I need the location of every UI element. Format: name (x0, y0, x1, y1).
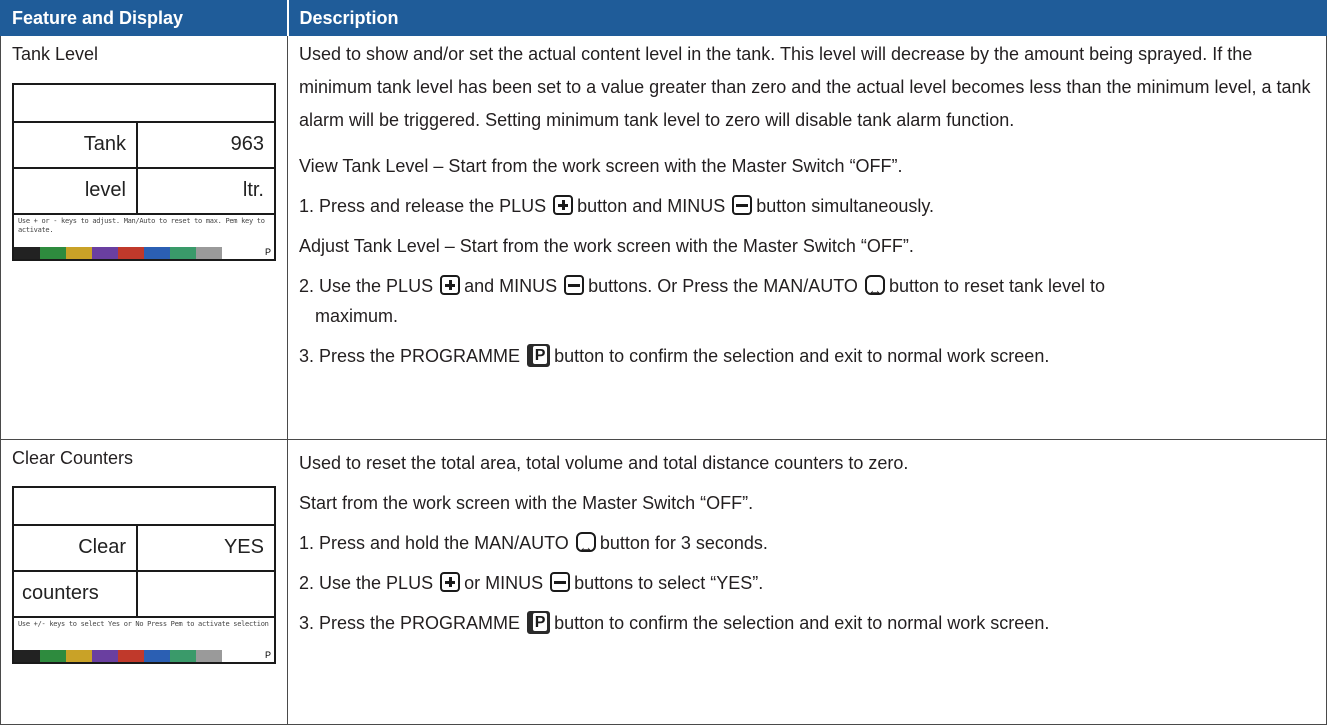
minus-icon (564, 275, 585, 296)
header-description: Description (286, 0, 1327, 36)
display-value (138, 572, 274, 616)
step-3: 3. Press the PROGRAMME button to confirm… (288, 339, 1326, 373)
step-text: 2. Use the PLUS (299, 573, 434, 593)
step-2: 2. Use the PLUS and MINUS buttons. Or Pr… (288, 269, 1326, 308)
display-label: Tank (14, 123, 138, 167)
step-text: button simultaneously. (756, 196, 935, 216)
step-text: buttons to select “YES”. (574, 573, 764, 593)
display-color-bar: P (14, 650, 274, 662)
step-1: 1. Press and hold the MAN/AUTO button fo… (288, 526, 1326, 565)
description-cell: Used to show and/or set the actual conte… (287, 35, 1327, 440)
step-2: 2. Use the PLUS or MINUS buttons to sele… (288, 566, 1326, 600)
display-row: Clear YES (14, 526, 274, 572)
display-help-message: Use + or - keys to adjust. Man/Auto to r… (18, 217, 265, 234)
description-intro: Used to reset the total area, total volu… (299, 453, 909, 473)
display-p-indicator: P (264, 650, 271, 660)
display-label: counters (14, 572, 138, 616)
man-auto-icon (864, 274, 885, 308)
feature-name: Clear Counters (12, 448, 134, 468)
feature-name: Tank Level (12, 44, 99, 64)
display-color-bar: P (14, 247, 274, 259)
step-text: button to confirm the selection and exit… (554, 346, 1050, 366)
display-value: YES (223, 536, 264, 558)
minus-icon (732, 195, 753, 216)
step-text: button to reset tank level to (888, 276, 1106, 296)
display-label: Clear (14, 526, 138, 570)
step-3: 3. Press the PROGRAMME button to confirm… (288, 606, 1326, 640)
minus-icon (550, 572, 571, 593)
step-text: 1. Press and hold the MAN/AUTO (299, 533, 569, 553)
step-text: or MINUS (464, 573, 544, 593)
step-text: button for 3 seconds. (599, 533, 768, 553)
description-cell: Used to reset the total area, total volu… (287, 439, 1327, 725)
man-auto-icon (575, 531, 596, 565)
table-row: Clear Counters Clear YES counters Use +/… (0, 439, 1327, 725)
step-text: 3. Press the PROGRAMME (299, 613, 521, 633)
feature-cell: Tank Level Tank 963 level ltr. Use + or … (0, 35, 288, 440)
display-help-message: Use +/- keys to select Yes or No Press P… (18, 620, 269, 628)
clear-counters-display: Clear YES counters Use +/- keys to selec… (12, 486, 276, 664)
step-1: 1. Press and release the PLUS button and… (288, 189, 1326, 223)
display-row: counters (14, 572, 274, 618)
view-heading: View Tank Level – Start from the work sc… (299, 156, 903, 176)
table-row: Tank Level Tank 963 level ltr. Use + or … (0, 35, 1327, 440)
display-unit: ltr. (242, 179, 264, 201)
display-label: level (14, 169, 138, 213)
step-text: 3. Press the PROGRAMME (299, 346, 521, 366)
tank-level-display: Tank 963 level ltr. Use + or - keys to a… (12, 83, 276, 261)
feature-cell: Clear Counters Clear YES counters Use +/… (0, 439, 288, 725)
display-p-indicator: P (264, 247, 271, 257)
feature-table: Feature and Display Description Tank Lev… (0, 0, 1327, 725)
step-text: button and MINUS (577, 196, 726, 216)
step-text: 1. Press and release the PLUS (299, 196, 547, 216)
plus-icon (553, 195, 574, 216)
step-text: 2. Use the PLUS (299, 276, 434, 296)
display-row: Tank 963 (14, 123, 274, 169)
display-top-blank (14, 85, 274, 123)
display-top-blank (14, 488, 274, 526)
plus-icon (440, 572, 461, 593)
description-intro: Used to show and/or set the actual conte… (299, 44, 1311, 130)
step-2-continuation: maximum. (315, 306, 399, 326)
table-header-row: Feature and Display Description (0, 0, 1327, 36)
step-text: and MINUS (464, 276, 558, 296)
start-instruction: Start from the work screen with the Mast… (299, 493, 754, 513)
plus-icon (440, 275, 461, 296)
display-row: level ltr. (14, 169, 274, 215)
programme-icon (527, 343, 551, 367)
programme-icon (527, 610, 551, 634)
header-feature-and-display: Feature and Display (0, 0, 288, 36)
display-value: 963 (230, 133, 264, 155)
adjust-heading: Adjust Tank Level – Start from the work … (299, 236, 914, 256)
step-text: buttons. Or Press the MAN/AUTO (588, 276, 858, 296)
step-text: button to confirm the selection and exit… (554, 613, 1050, 633)
